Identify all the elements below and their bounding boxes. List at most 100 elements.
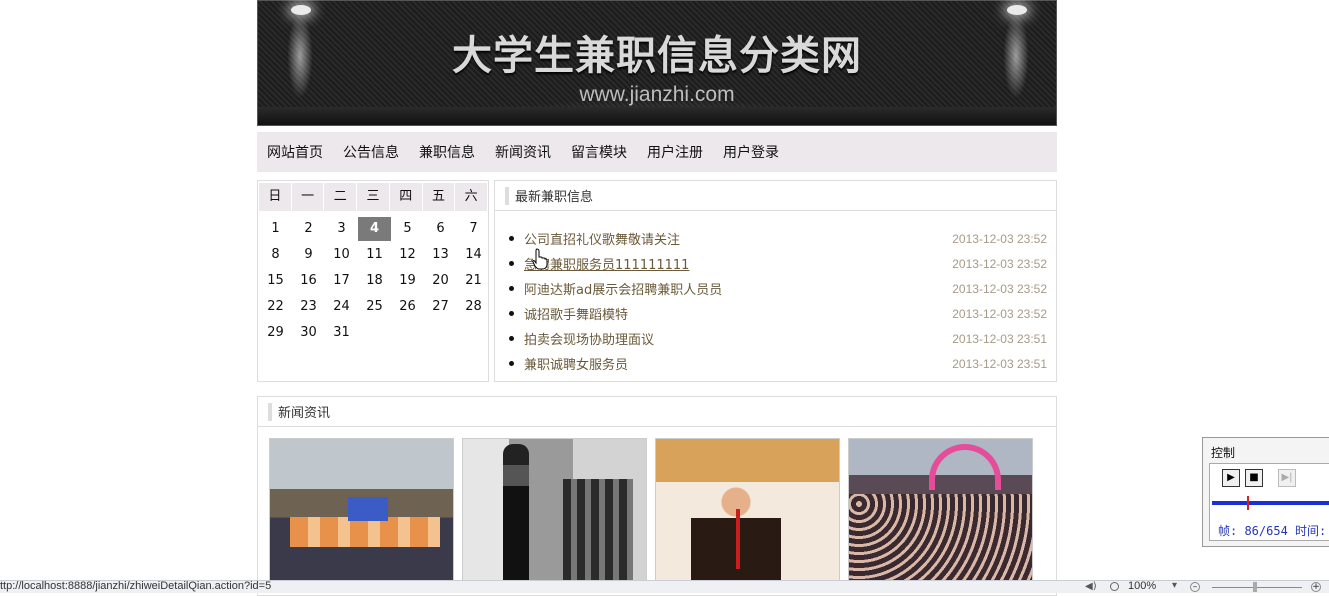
job-list-item: 拍卖会现场协助理面议 2013-12-03 23:51 [509,326,1047,351]
calendar-day[interactable]: 6 [424,217,457,241]
zoom-out-icon[interactable]: – [1190,582,1200,592]
calendar-day[interactable]: 27 [424,295,457,319]
panel-header: 新闻资讯 [258,397,1056,427]
calendar-day[interactable]: 20 [424,269,457,293]
news-image-speaker[interactable] [655,438,840,583]
calendar-day[interactable]: 26 [391,295,424,319]
chevron-down-icon[interactable]: ▾ [1172,580,1177,591]
calendar-day[interactable]: 7 [457,217,490,241]
site-title: 大学生兼职信息分类网 [452,33,862,79]
nav-home[interactable]: 网站首页 [267,142,323,162]
hand-cursor-icon [532,248,548,270]
job-timestamp: 2013-12-03 23:52 [952,306,1047,321]
nav-login[interactable]: 用户登录 [723,142,779,162]
calendar-day[interactable]: 28 [457,295,490,319]
calendar-day[interactable]: 12 [391,243,424,267]
calendar-day[interactable]: 21 [457,269,490,293]
calendar-day[interactable]: 9 [292,243,325,267]
job-list-item: 阿迪达斯ad展示会招聘兼职人员员 2013-12-03 23:52 [509,276,1047,301]
spotlight-icon [1007,5,1027,15]
calendar-weekday: 二 [324,183,357,211]
calendar-day[interactable]: 5 [391,217,424,241]
calendar-day[interactable]: 14 [457,243,490,267]
job-timestamp: 2013-12-03 23:52 [952,281,1047,296]
timeline-position-marker[interactable] [1247,496,1249,510]
news-image-interview[interactable] [462,438,647,583]
job-timestamp: 2013-12-03 23:51 [952,331,1047,346]
bullet-icon [509,261,514,266]
calendar-day[interactable]: 17 [325,269,358,293]
nav-news[interactable]: 新闻资讯 [495,142,551,162]
calendar-day[interactable]: 2 [292,217,325,241]
calendar-weekday: 三 [357,183,389,211]
calendar-day[interactable]: 10 [325,243,358,267]
job-link[interactable]: 拍卖会现场协助理面议 [524,329,952,348]
calendar-weekday: 五 [422,183,455,211]
job-list-item: 急聘兼职服务员111111111 2013-12-03 23:52 [509,251,1047,276]
step-forward-icon[interactable]: ▶| [1278,469,1296,487]
zoom-slider-knob[interactable] [1253,582,1257,592]
speaker-icon[interactable]: ◀) [1085,581,1097,592]
job-list-item: 兼职诚聘女服务员 2013-12-03 23:51 [509,351,1047,376]
calendar-day[interactable]: 22 [259,295,292,319]
calendar-day[interactable]: 1 [259,217,292,241]
job-link[interactable]: 兼职诚聘女服务员 [524,354,952,373]
news-image-job-fair[interactable] [269,438,454,583]
zoom-level[interactable]: 100% [1128,580,1156,592]
zoom-slider[interactable] [1212,587,1302,588]
job-link[interactable]: 诚招歌手舞蹈模特 [524,304,952,323]
panel-title: 新闻资讯 [278,406,331,421]
nav-register[interactable]: 用户注册 [647,142,703,162]
calendar-day[interactable]: 19 [391,269,424,293]
calendar-day[interactable]: 8 [259,243,292,267]
timeline-track[interactable] [1212,501,1329,505]
panel-title: 最新兼职信息 [515,190,594,205]
zoom-icon[interactable] [1110,582,1119,591]
calendar-day [391,321,424,345]
calendar-day[interactable]: 13 [424,243,457,267]
panel-header: 最新兼职信息 [495,181,1056,211]
calendar-day[interactable]: 25 [358,295,391,319]
status-url: ttp://localhost:8888/jianzhi/zhiweiDetai… [0,580,272,592]
calendar-week-row: 1234567 [259,217,490,243]
calendar-day[interactable]: 30 [292,321,325,345]
control-title: 控制 [1211,446,1236,460]
stop-icon[interactable]: ■ [1245,469,1263,487]
nav-notices[interactable]: 公告信息 [343,142,399,162]
job-link[interactable]: 公司直招礼仪歌舞敬请关注 [524,229,952,248]
job-link[interactable]: 急聘兼职服务员111111111 [524,254,952,273]
calendar-day[interactable]: 23 [292,295,325,319]
calendar-day[interactable]: 11 [358,243,391,267]
bullet-icon [509,336,514,341]
job-list: 公司直招礼仪歌舞敬请关注 2013-12-03 23:52 急聘兼职服务员11111… [509,226,1047,376]
spotlight-icon [291,5,311,15]
calendar-day [358,321,391,345]
calendar-day[interactable]: 31 [325,321,358,345]
job-timestamp: 2013-12-03 23:52 [952,256,1047,271]
nav-messages[interactable]: 留言模块 [571,142,627,162]
news-image-crowd[interactable] [848,438,1033,583]
news-images [269,438,1041,583]
calendar-day[interactable]: 16 [292,269,325,293]
job-link[interactable]: 阿迪达斯ad展示会招聘兼职人员员 [524,279,952,298]
calendar-weekday: 一 [291,183,324,211]
control-body: ▶ ■ ▶| 帧: 86/654 时间: [1209,463,1329,541]
calendar-day [457,321,490,345]
bullet-icon [509,286,514,291]
calendar-day[interactable]: 24 [325,295,358,319]
calendar-week-row: 22 23 24 25 26 27 28 [259,295,490,321]
browser-status-bar: ttp://localhost:8888/jianzhi/zhiweiDetai… [0,580,1329,593]
calendar-day[interactable]: 15 [259,269,292,293]
calendar-day[interactable]: 4 [358,217,391,241]
calendar-day[interactable]: 3 [325,217,358,241]
calendar-day[interactable]: 18 [358,269,391,293]
calendar-week-row: 8 9 10 11 12 13 14 [259,243,490,269]
calendar-day[interactable]: 29 [259,321,292,345]
play-icon[interactable]: ▶ [1222,469,1240,487]
bullet-icon [509,361,514,366]
nav-jobs[interactable]: 兼职信息 [419,142,475,162]
title-bar-icon [268,402,272,421]
zoom-in-icon[interactable]: + [1311,582,1321,592]
calendar: 日一二三四五六 1 2 3 4 5 6 7 8 9 10 11 12 13 14 15 16 17 18 19 20 2… [257,180,489,382]
frame-readout: 帧: 86/654 时间: [1218,524,1327,538]
